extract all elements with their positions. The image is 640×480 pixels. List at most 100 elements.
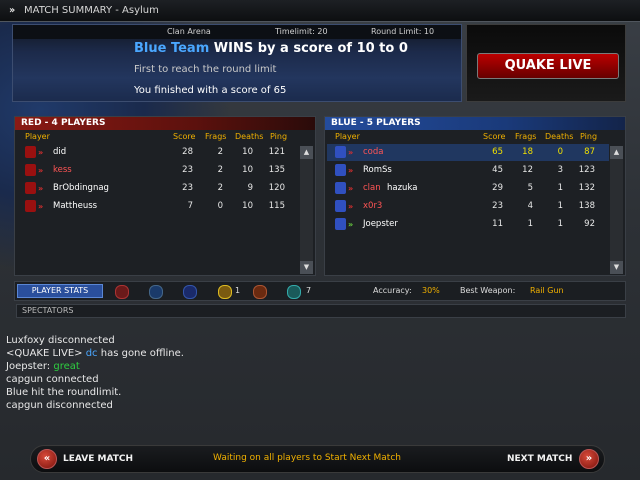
col-score[interactable]: Score [483, 132, 505, 141]
player-row[interactable]: » x0r3 23 4 1 138 [327, 198, 609, 215]
accuracy-label: Accuracy: [373, 286, 412, 295]
winner-headline: Blue Team WINS by a score of 10 to 0 [134, 41, 408, 56]
chat-segment: Joepster: [6, 361, 54, 372]
player-row[interactable]: » Joepster 11 1 1 92 [327, 216, 609, 233]
win-reason: First to reach the round limit [134, 64, 277, 75]
player-deaths: 1 [557, 201, 563, 211]
rank-chevron-icon: » [38, 166, 44, 175]
red-team-panel: RED - 4 PLAYERS Player Score Frags Death… [14, 116, 316, 276]
chat-segment: capgun connected [6, 374, 99, 385]
player-deaths: 9 [247, 183, 253, 193]
rank-chevron-icon: » [348, 220, 354, 229]
col-frags[interactable]: Frags [205, 132, 226, 141]
player-score: 23 [492, 201, 503, 211]
player-ping: 115 [268, 201, 285, 211]
scroll-down-icon[interactable]: ▼ [610, 261, 623, 274]
player-frags: 1 [527, 219, 533, 229]
medal-defend-icon[interactable] [183, 285, 197, 299]
logo-text: QUAKE LIVE [477, 53, 619, 79]
scroll-up-icon[interactable]: ▲ [610, 146, 623, 159]
scroll-up-icon[interactable]: ▲ [300, 146, 313, 159]
best-weapon-label: Best Weapon: [460, 286, 516, 295]
col-player[interactable]: Player [335, 132, 360, 141]
player-ping: 123 [578, 165, 595, 175]
player-score: 65 [492, 147, 503, 157]
rank-chevron-icon: » [38, 148, 44, 157]
blue-team-panel: BLUE - 5 PLAYERS Player Score Frags Deat… [324, 116, 626, 276]
player-frags: 2 [217, 165, 223, 175]
player-stats-button[interactable]: PLAYER STATS [17, 284, 103, 298]
rank-chevron-icon: » [348, 184, 354, 193]
player-row[interactable]: » did 28 2 10 121 [17, 144, 299, 161]
chat-line: capgun disconnected [6, 399, 626, 412]
red-scrollbar[interactable]: ▲ ▼ [300, 146, 313, 274]
player-ping: 120 [268, 183, 285, 193]
player-deaths: 1 [557, 219, 563, 229]
quake-live-logo: QUAKE LIVE [466, 24, 626, 102]
player-score: 23 [182, 183, 193, 193]
col-ping[interactable]: Ping [270, 132, 287, 141]
spectators-label: SPECTATORS [22, 306, 74, 315]
player-score: 29 [492, 183, 503, 193]
chat-segment: great [53, 361, 80, 372]
player-model-icon [25, 182, 36, 194]
clan-tag: clan [363, 183, 381, 193]
rank-chevron-icon: » [38, 184, 44, 193]
player-row[interactable]: » kess 23 2 10 135 [17, 162, 299, 179]
chat-segment: capgun disconnected [6, 400, 113, 411]
medal-gauntlet-icon[interactable] [253, 285, 267, 299]
winner-score-text: WINS by a score of 10 to 0 [209, 41, 408, 56]
next-match-button[interactable]: NEXT MATCH » [507, 449, 602, 469]
medal-impressive-icon[interactable] [149, 285, 163, 299]
best-weapon-value: Rail Gun [530, 286, 564, 295]
player-row[interactable]: » coda 65 18 0 87 [327, 144, 609, 161]
blue-scrollbar[interactable]: ▲ ▼ [610, 146, 623, 274]
spectators-bar[interactable]: SPECTATORS [16, 304, 626, 318]
chat-segment: <QUAKE LIVE> [6, 348, 86, 359]
player-deaths: 10 [242, 201, 253, 211]
player-model-icon [25, 164, 36, 176]
medal-accuracy-icon[interactable] [218, 285, 232, 299]
player-row[interactable]: » clan hazuka 29 5 1 132 [327, 180, 609, 197]
player-row[interactable]: » Mattheuss 7 0 10 115 [17, 198, 299, 215]
roundlimit-label: Round Limit: 10 [371, 27, 435, 36]
player-row[interactable]: » BrObdingnag 23 2 9 120 [17, 180, 299, 197]
winner-team: Blue Team [134, 41, 210, 56]
waiting-status: Waiting on all players to Start Next Mat… [213, 453, 401, 463]
player-score: 11 [492, 219, 503, 229]
chat-segment: has gone offline. [97, 348, 184, 359]
player-model-icon [25, 200, 36, 212]
col-ping[interactable]: Ping [580, 132, 597, 141]
col-player[interactable]: Player [25, 132, 50, 141]
player-model-icon [335, 164, 346, 176]
chat-line: Luxfoxy disconnected [6, 334, 626, 347]
window-titlebar: ›› MATCH SUMMARY - Asylum [0, 0, 640, 22]
arrow-right-icon: » [579, 449, 599, 469]
player-row[interactable]: » RomSs 45 12 3 123 [327, 162, 609, 179]
player-frags: 12 [522, 165, 533, 175]
col-deaths[interactable]: Deaths [235, 132, 263, 141]
col-frags[interactable]: Frags [515, 132, 536, 141]
medal-excellent-icon[interactable] [115, 285, 129, 299]
player-model-icon [25, 146, 36, 158]
rank-chevron-icon: » [348, 202, 354, 211]
blue-column-headers: Player Score Frags Deaths Ping [325, 130, 625, 144]
player-ping: 138 [578, 201, 595, 211]
timelimit-label: Timelimit: 20 [275, 27, 328, 36]
player-frags: 18 [522, 147, 533, 157]
next-match-label: NEXT MATCH [507, 454, 573, 464]
player-ping: 87 [584, 147, 595, 157]
player-score: 23 [182, 165, 193, 175]
col-deaths[interactable]: Deaths [545, 132, 573, 141]
medal-combo-icon[interactable] [287, 285, 301, 299]
col-score[interactable]: Score [173, 132, 195, 141]
player-frags: 4 [527, 201, 533, 211]
medal-count-b: 7 [306, 286, 312, 295]
player-frags: 2 [217, 183, 223, 193]
player-deaths: 10 [242, 147, 253, 157]
leave-match-label: LEAVE MATCH [63, 454, 133, 464]
player-model-icon [335, 218, 346, 230]
scroll-down-icon[interactable]: ▼ [300, 261, 313, 274]
chat-log: Luxfoxy disconnected <QUAKE LIVE> dc has … [6, 334, 626, 412]
player-score: 45 [492, 165, 503, 175]
